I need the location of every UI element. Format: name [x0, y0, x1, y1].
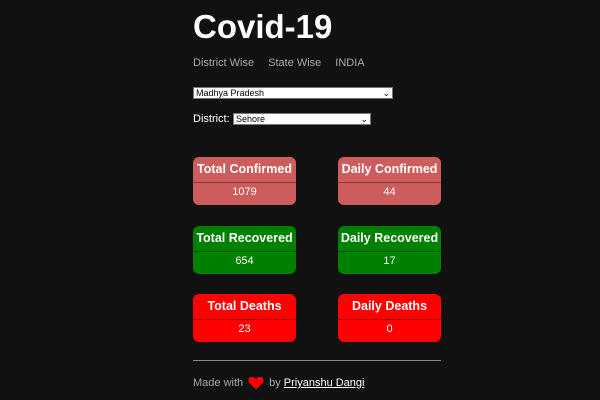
state-select[interactable]: Madhya Pradesh ⌄: [193, 87, 393, 99]
card-label: Daily Deaths: [338, 294, 441, 320]
daily-confirmed-card: Daily Confirmed 44: [338, 157, 441, 205]
daily-deaths-card: Daily Deaths 0: [338, 294, 441, 342]
total-confirmed-card: Total Confirmed 1079: [193, 157, 296, 205]
page: Covid-19 District Wise State Wise INDIA …: [0, 0, 600, 400]
state-select-value: Madhya Pradesh: [196, 88, 265, 98]
nav-link-india[interactable]: INDIA: [335, 56, 364, 70]
nav-link-state-wise[interactable]: State Wise: [268, 56, 321, 70]
card-value: 17: [383, 255, 396, 267]
card-value: 23: [238, 323, 251, 335]
footer-made-with: Made with: [193, 377, 244, 389]
district-select-value: Sehore: [236, 114, 266, 124]
district-label: District:: [193, 113, 230, 125]
chevron-down-icon: ⌄: [360, 114, 368, 124]
card-label: Daily Confirmed: [338, 157, 441, 183]
chevron-down-icon: ⌄: [382, 88, 390, 98]
card-value: 1079: [232, 186, 257, 198]
daily-recovered-card: Daily Recovered 17: [338, 226, 441, 274]
card-label: Total Confirmed: [193, 157, 296, 183]
nav-link-district-wise[interactable]: District Wise: [193, 56, 254, 70]
page-title: Covid-19: [193, 8, 333, 45]
author-link[interactable]: Priyanshu Dangi: [284, 376, 365, 390]
card-label: Total Deaths: [193, 294, 296, 320]
total-recovered-card: Total Recovered 654: [193, 226, 296, 274]
card-value: 44: [383, 186, 396, 198]
footer-divider: [193, 360, 441, 361]
footer: Made with by Priyanshu Dangi: [193, 376, 364, 390]
card-label: Total Recovered: [193, 226, 296, 252]
nav-bar: District Wise State Wise INDIA: [193, 56, 365, 70]
card-value: 654: [235, 255, 254, 267]
district-select[interactable]: Sehore ⌄: [233, 113, 371, 125]
heart-icon: [248, 376, 264, 390]
card-label: Daily Recovered: [338, 226, 441, 252]
total-deaths-card: Total Deaths 23: [193, 294, 296, 342]
card-value: 0: [386, 323, 393, 335]
footer-by: by: [269, 377, 281, 389]
